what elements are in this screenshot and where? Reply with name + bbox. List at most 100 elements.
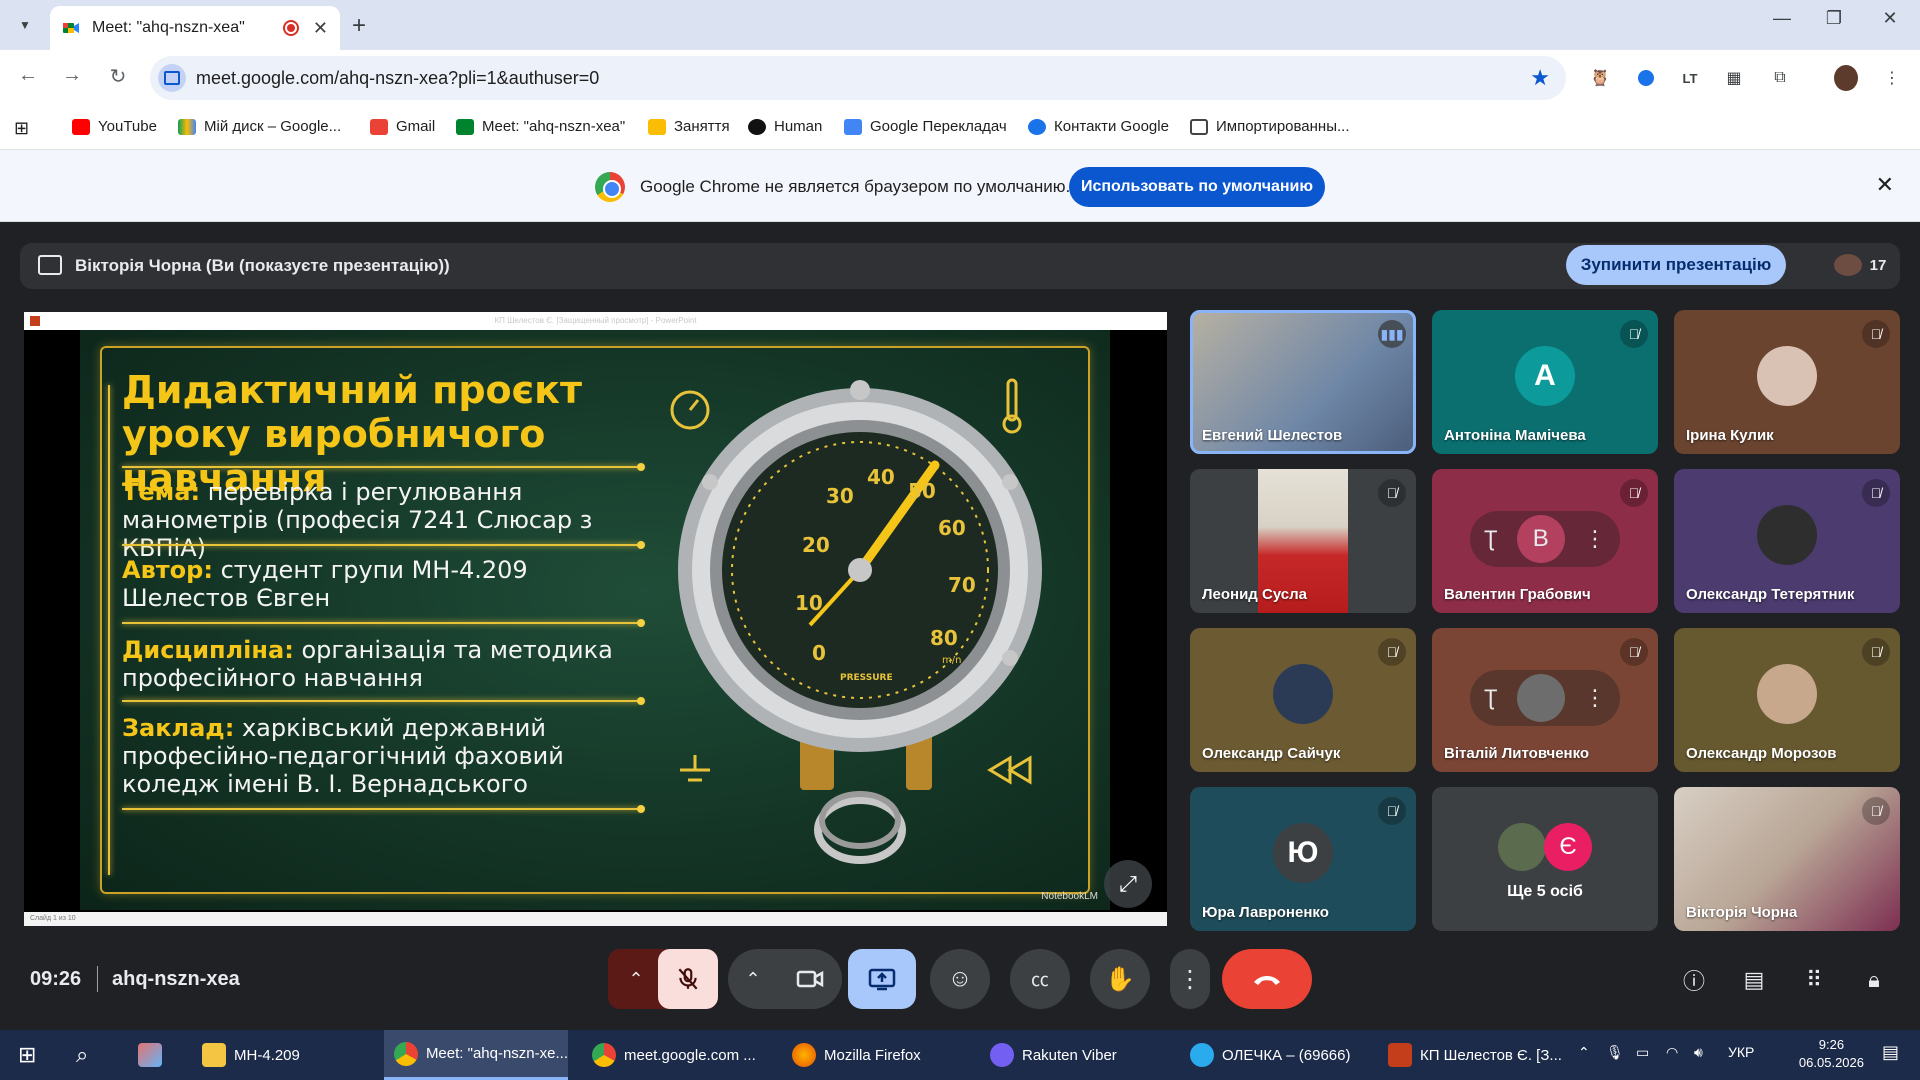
participant-name: Олександр Морозов: [1686, 745, 1837, 762]
taskbar-powerpoint[interactable]: КП Шелестов Є. [З...: [1378, 1030, 1562, 1080]
participant-count: 17: [1869, 256, 1887, 274]
bookmark-drive[interactable]: Мій диск – Google...: [178, 118, 341, 135]
presenter-text: Вікторія Чорна (Ви (показуєте презентаці…: [75, 256, 450, 275]
tab-meet[interactable]: Meet: "ahq-nszn-xea" ✕: [50, 6, 340, 50]
stop-presenting-button[interactable]: Зупинити презентацію: [1566, 245, 1786, 285]
extension-dot-icon[interactable]: [1634, 66, 1658, 90]
presentation-view[interactable]: КП Шелестов Є. [Защищенный просмотр] - P…: [24, 312, 1167, 926]
taskbar-viber[interactable]: Rakuten Viber: [980, 1030, 1164, 1080]
fullscreen-expand-icon[interactable]: ⤢: [1104, 860, 1152, 908]
set-default-button[interactable]: Использовать по умолчанию: [1069, 167, 1325, 207]
participant-tile[interactable]: 🎙̸ Леонид Сусла: [1190, 469, 1416, 613]
pin-icon[interactable]: Ʈ: [1484, 685, 1497, 711]
info-icon[interactable]: ⓘ: [1676, 962, 1712, 998]
tray-chevron-icon[interactable]: ⌃: [1578, 1044, 1590, 1061]
search-icon[interactable]: ⌕: [66, 1030, 110, 1080]
gauge-label: PRESSURE: [840, 673, 893, 683]
restore-icon[interactable]: ❐: [1814, 8, 1854, 29]
taskbar-telegram[interactable]: ОЛЕЧКА – (69666): [1180, 1030, 1364, 1080]
bookmark-contacts[interactable]: Контакти Google: [1028, 118, 1169, 135]
extension-lt-icon[interactable]: LT: [1678, 66, 1702, 90]
participant-tile[interactable]: 🎙̸ Олександр Тетерятник: [1674, 469, 1900, 613]
participant-tile[interactable]: 🎙̸ Вікторія Чорна: [1674, 787, 1900, 931]
participant-tile[interactable]: 🎙̸ Олександр Морозов: [1674, 628, 1900, 772]
video-options-chevron-icon[interactable]: ⌃: [728, 949, 778, 1009]
more-icon[interactable]: ⋮: [1170, 949, 1210, 1009]
more-options-icon[interactable]: ⋮: [1584, 685, 1606, 711]
tab-title: Meet: "ahq-nszn-xea": [92, 19, 245, 36]
end-call-icon[interactable]: [1222, 949, 1312, 1009]
system-clock[interactable]: 9:26 06.05.2026: [1799, 1036, 1864, 1072]
participant-photo: [1757, 664, 1817, 724]
hand-icon[interactable]: ✋: [1090, 949, 1150, 1009]
infobar-close-icon[interactable]: ✕: [1876, 172, 1894, 198]
extension-owl-icon[interactable]: 🦉: [1588, 66, 1612, 90]
windows-start-icon[interactable]: ⊞: [8, 1030, 52, 1080]
captions-icon[interactable]: ㏄: [1010, 949, 1070, 1009]
url-text: meet.google.com/ahq-nszn-xea?pli=1&authu…: [196, 67, 600, 88]
gmail-icon: [370, 118, 388, 135]
participant-tile[interactable]: 🎙̸ Олександр Сайчук: [1190, 628, 1416, 772]
participant-photo: [1516, 674, 1565, 722]
gauge-tick: 80: [930, 626, 958, 650]
wifi-icon[interactable]: ◠: [1666, 1044, 1678, 1061]
camera-icon[interactable]: [782, 949, 838, 1009]
bookmark-classroom[interactable]: Заняття: [648, 118, 730, 135]
browser-menu-icon[interactable]: ⋮: [1880, 66, 1904, 90]
notifications-icon[interactable]: ▤: [1882, 1042, 1899, 1063]
present-icon[interactable]: [848, 949, 916, 1009]
more-options-icon[interactable]: ⋮: [1584, 526, 1606, 552]
lock-icon[interactable]: 🔒︎: [1856, 962, 1892, 998]
site-info-icon[interactable]: [158, 64, 186, 92]
pin-icon[interactable]: Ʈ: [1484, 526, 1497, 552]
participant-tile[interactable]: 🎙̸ Ю Юра Лавроненко: [1190, 787, 1416, 931]
audio-options-chevron-icon[interactable]: ⌃: [608, 949, 664, 1009]
paint-app-icon[interactable]: [128, 1030, 172, 1080]
tab-search-icon[interactable]: ▼: [12, 12, 38, 38]
taskbar-firefox[interactable]: Mozilla Firefox: [782, 1030, 966, 1080]
minimize-icon[interactable]: —: [1762, 8, 1802, 29]
bookmark-human[interactable]: Human: [748, 118, 822, 135]
slide: Дидактичний проєкт уроку виробничого нав…: [80, 330, 1110, 910]
back-icon[interactable]: ←: [14, 64, 42, 87]
viber-icon: [990, 1043, 1014, 1067]
classroom-icon: [648, 118, 666, 135]
participants-button[interactable]: 17: [1820, 243, 1900, 287]
bookmark-star-icon[interactable]: ★: [1530, 65, 1550, 91]
participant-photo: [1273, 664, 1333, 724]
qr-code-icon[interactable]: ▦: [1722, 66, 1746, 90]
bookmark-gmail[interactable]: Gmail: [370, 118, 435, 135]
volume-icon[interactable]: 🔊︎: [1694, 1044, 1703, 1061]
emoji-icon[interactable]: ☺: [930, 949, 990, 1009]
microphone-off-icon[interactable]: [658, 949, 718, 1009]
taskbar-chrome-meet[interactable]: Meet: "ahq-nszn-xe...: [384, 1030, 568, 1080]
apps-icon[interactable]: ⠿: [1796, 962, 1832, 998]
tray-mic-icon[interactable]: 🎙︎: [1606, 1044, 1624, 1061]
chat-icon[interactable]: ▤: [1736, 962, 1772, 998]
extensions-puzzle-icon[interactable]: ⧉: [1768, 66, 1792, 90]
participant-tile[interactable]: ▮▮▮ Евгений Шелестов: [1190, 310, 1416, 454]
forward-icon[interactable]: →: [58, 64, 86, 87]
address-bar[interactable]: meet.google.com/ahq-nszn-xea?pli=1&authu…: [150, 56, 1566, 100]
close-window-icon[interactable]: ✕: [1870, 8, 1910, 29]
bookmark-youtube[interactable]: YouTube: [72, 118, 157, 135]
bookmark-meet[interactable]: Meet: "ahq-nszn-xea": [456, 118, 625, 135]
slide-institution: Заклад: харківський державний професійно…: [122, 714, 564, 798]
more-participants-tile[interactable]: Є Ще 5 осіб: [1432, 787, 1658, 931]
new-tab-icon[interactable]: +: [352, 12, 366, 40]
tab-close-icon[interactable]: ✕: [313, 18, 328, 39]
reload-icon[interactable]: ↻: [104, 64, 132, 89]
participant-tile[interactable]: 🎙̸ Ірина Кулик: [1674, 310, 1900, 454]
battery-icon[interactable]: ▭: [1636, 1044, 1649, 1061]
keyboard-language[interactable]: УКР: [1728, 1044, 1754, 1060]
taskbar-chrome-meet-2[interactable]: meet.google.com ...: [582, 1030, 766, 1080]
participant-tile[interactable]: 🎙̸ А Антоніна Мамічева: [1432, 310, 1658, 454]
taskbar-folder[interactable]: МН-4.209: [192, 1030, 368, 1080]
profile-avatar-icon[interactable]: [1834, 65, 1858, 91]
participant-tile[interactable]: 🎙̸ Ʈ В ⋮ Валентин Грабович: [1432, 469, 1658, 613]
bookmark-folder-imported[interactable]: Импортированны...: [1190, 118, 1350, 135]
gauge-tick: 0: [812, 641, 826, 665]
apps-grid-icon[interactable]: ⊞: [14, 118, 29, 139]
participant-tile[interactable]: 🎙̸ Ʈ ⋮ Віталій Литовченко: [1432, 628, 1658, 772]
bookmark-translate[interactable]: Google Перекладач: [844, 118, 1007, 135]
